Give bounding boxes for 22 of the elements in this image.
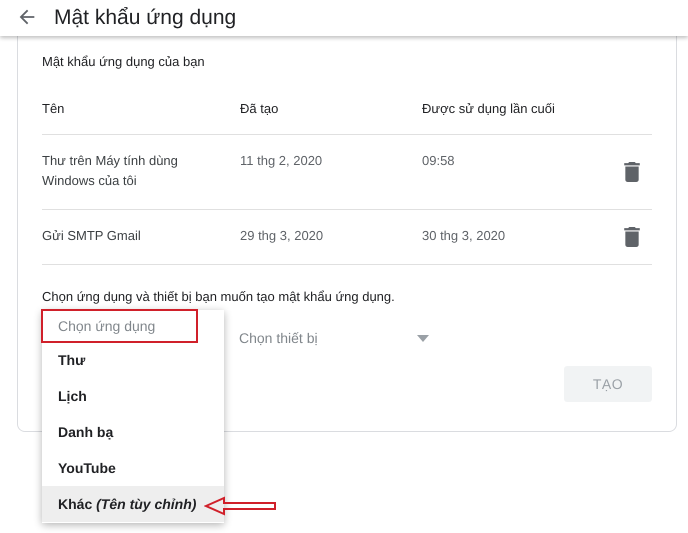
delete-icon[interactable]	[623, 227, 641, 247]
menu-item[interactable]: Thư	[42, 342, 224, 378]
column-header: Được sử dụng lần cuối	[422, 101, 612, 135]
device-select[interactable]: Chọn thiết bị	[239, 330, 429, 346]
column-header: Đã tạo	[240, 101, 422, 135]
menu-item[interactable]: Danh bạ	[42, 414, 224, 450]
table-cell: 11 thg 2, 2020	[240, 153, 322, 168]
menu-item[interactable]: Lịch	[42, 378, 224, 414]
table-cell: 30 thg 3, 2020	[422, 228, 506, 243]
menu-placeholder[interactable]: Chọn ứng dụng	[42, 310, 224, 342]
column-header: Tên	[42, 101, 240, 135]
delete-icon[interactable]	[623, 162, 641, 182]
page-title: Mật khẩu ứng dụng	[54, 5, 236, 31]
menu-item[interactable]: YouTube	[42, 450, 224, 486]
caret-icon	[417, 334, 429, 342]
instruction-text: Chọn ứng dụng và thiết bị bạn muốn tạo mật khẩu ứng dụng.	[42, 289, 396, 304]
table-cell: 29 thg 3, 2020	[240, 228, 324, 243]
table-cell: 09:58	[422, 153, 455, 168]
menu-item[interactable]: Khác (Tên tùy chỉnh)	[42, 486, 224, 522]
table-cell-text: Thư trên Máy tính dùng Windows của tôi	[42, 152, 179, 190]
section-title: Mật khẩu ứng dụng của bạn	[42, 54, 206, 69]
table-cell-text: Gửi SMTP Gmail	[42, 227, 142, 245]
